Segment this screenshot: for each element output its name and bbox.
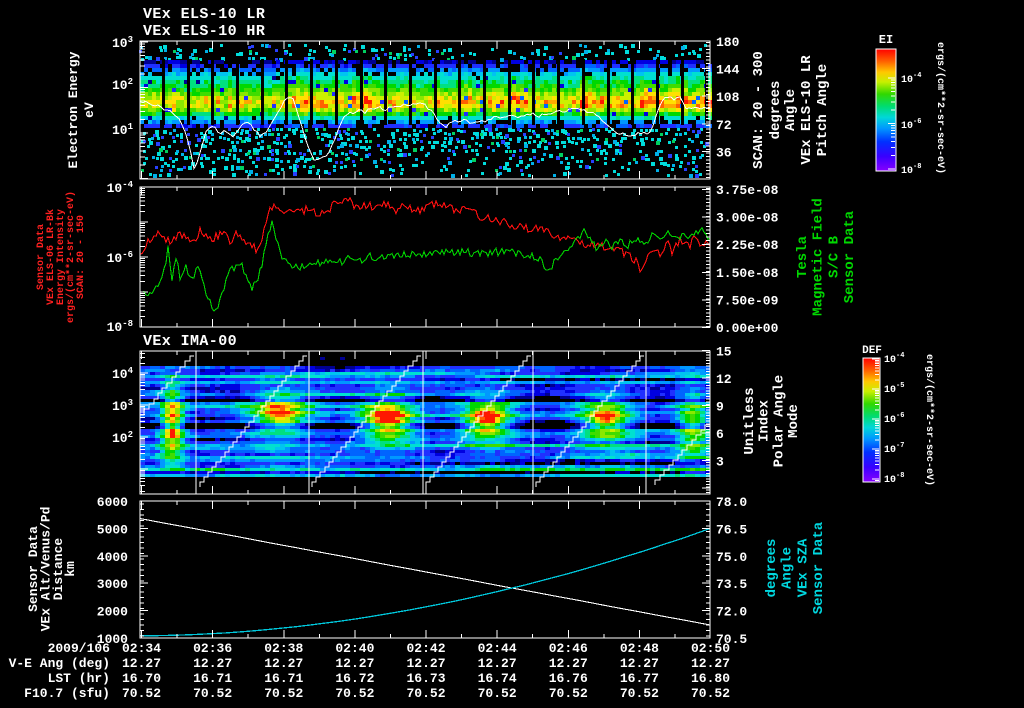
svg-text:Mode: Mode: [786, 404, 802, 438]
svg-text:70.52: 70.52: [335, 686, 374, 701]
svg-text:70.52: 70.52: [122, 686, 161, 701]
svg-text:F10.7 (sfu): F10.7 (sfu): [24, 686, 110, 701]
svg-text:ergs/(cm**2-sr-sec-eV): ergs/(cm**2-sr-sec-eV): [923, 354, 935, 486]
svg-text:12.27: 12.27: [478, 656, 517, 671]
svg-text:02:42: 02:42: [406, 641, 445, 656]
svg-text:2009/106: 2009/106: [48, 641, 111, 656]
svg-text:70.52: 70.52: [549, 686, 588, 701]
svg-text:degrees: degrees: [764, 539, 780, 598]
svg-text:70.52: 70.52: [264, 686, 303, 701]
svg-text:12.27: 12.27: [122, 656, 161, 671]
svg-text:12.27: 12.27: [620, 656, 659, 671]
svg-text:3.00e-08: 3.00e-08: [716, 211, 779, 226]
svg-text:144: 144: [716, 63, 740, 78]
svg-text:12.27: 12.27: [691, 656, 730, 671]
svg-text:70.52: 70.52: [691, 686, 730, 701]
svg-text:16.70: 16.70: [122, 671, 161, 686]
svg-text:VEx ELS-10 HR: VEx ELS-10 HR: [143, 23, 265, 40]
svg-text:2000: 2000: [97, 605, 128, 620]
svg-text:VEx ELS-10 LR: VEx ELS-10 LR: [143, 6, 265, 23]
svg-text:VEx ELS-10 LR: VEx ELS-10 LR: [799, 55, 815, 165]
svg-text:Sensor Data: Sensor Data: [811, 521, 827, 614]
svg-text:6000: 6000: [97, 495, 128, 510]
svg-text:Angle: Angle: [783, 89, 799, 131]
svg-text:9: 9: [716, 400, 724, 415]
svg-text:ergs/(cm**2-sr-sec-eV): ergs/(cm**2-sr-sec-eV): [934, 42, 946, 174]
svg-text:02:48: 02:48: [620, 641, 659, 656]
svg-text:Polar Angle: Polar Angle: [771, 375, 787, 467]
svg-text:eV: eV: [82, 102, 97, 118]
svg-text:S/C B: S/C B: [826, 235, 842, 278]
svg-text:Sensor Data: Sensor Data: [842, 210, 858, 303]
svg-text:4000: 4000: [97, 550, 128, 565]
svg-text:12.27: 12.27: [193, 656, 232, 671]
svg-text:16.72: 16.72: [335, 671, 374, 686]
svg-text:73.5: 73.5: [716, 577, 747, 592]
svg-text:16.71: 16.71: [264, 671, 303, 686]
svg-text:Unitless: Unitless: [742, 387, 758, 454]
svg-text:108: 108: [716, 90, 740, 105]
svg-text:70.52: 70.52: [406, 686, 445, 701]
svg-text:EI: EI: [879, 33, 893, 47]
svg-text:Magnetic Field: Magnetic Field: [811, 198, 827, 316]
svg-text:km: km: [63, 561, 78, 577]
svg-text:3: 3: [716, 455, 724, 470]
svg-text:VEx IMA-00: VEx IMA-00: [143, 333, 237, 350]
svg-text:02:34: 02:34: [122, 641, 161, 656]
svg-text:15: 15: [716, 345, 732, 360]
svg-text:02:46: 02:46: [549, 641, 588, 656]
svg-text:36: 36: [716, 145, 732, 160]
svg-text:6: 6: [716, 427, 724, 442]
svg-text:70.52: 70.52: [193, 686, 232, 701]
svg-text:12: 12: [716, 372, 732, 387]
svg-text:76.5: 76.5: [716, 522, 747, 537]
svg-text:VEx SZA: VEx SZA: [795, 538, 811, 597]
svg-text:70.52: 70.52: [620, 686, 659, 701]
svg-text:16.76: 16.76: [549, 671, 588, 686]
svg-text:70.52: 70.52: [478, 686, 517, 701]
svg-text:72.0: 72.0: [716, 605, 747, 620]
svg-text:16.73: 16.73: [406, 671, 445, 686]
svg-text:12.27: 12.27: [549, 656, 588, 671]
svg-text:Pitch Angle: Pitch Angle: [815, 64, 831, 156]
svg-text:75.0: 75.0: [716, 550, 747, 565]
svg-text:degrees: degrees: [768, 81, 784, 140]
svg-text:7.50e-09: 7.50e-09: [716, 293, 779, 308]
svg-text:DEF: DEF: [862, 345, 882, 357]
svg-text:02:40: 02:40: [335, 641, 374, 656]
svg-text:02:38: 02:38: [264, 641, 303, 656]
svg-text:16.74: 16.74: [478, 671, 517, 686]
svg-text:02:36: 02:36: [193, 641, 232, 656]
svg-text:3.75e-08: 3.75e-08: [716, 183, 779, 198]
svg-text:1.50e-08: 1.50e-08: [716, 266, 779, 281]
svg-text:12.27: 12.27: [335, 656, 374, 671]
svg-text:Tesla: Tesla: [795, 235, 811, 278]
svg-text:02:50: 02:50: [691, 641, 730, 656]
svg-text:72: 72: [716, 118, 732, 133]
svg-text:V-E Ang (deg): V-E Ang (deg): [9, 656, 110, 671]
svg-text:3000: 3000: [97, 577, 128, 592]
svg-text:SCAN: 20 - 300: SCAN: 20 - 300: [751, 51, 767, 169]
svg-text:SCAN: 20 - 150: SCAN: 20 - 150: [76, 215, 87, 299]
svg-text:2.25e-08: 2.25e-08: [716, 238, 779, 253]
svg-text:180: 180: [716, 35, 740, 50]
svg-text:Electron Energy: Electron Energy: [66, 51, 81, 168]
svg-text:78.0: 78.0: [716, 495, 747, 510]
svg-text:LST (hr): LST (hr): [48, 671, 110, 686]
svg-text:16.77: 16.77: [620, 671, 659, 686]
svg-text:12.27: 12.27: [264, 656, 303, 671]
svg-text:Index: Index: [757, 399, 773, 442]
svg-text:Angle: Angle: [780, 547, 796, 589]
svg-text:0.00e+00: 0.00e+00: [716, 321, 779, 336]
svg-text:16.80: 16.80: [691, 671, 730, 686]
svg-text:02:44: 02:44: [478, 641, 517, 656]
svg-text:12.27: 12.27: [406, 656, 445, 671]
svg-text:5000: 5000: [97, 522, 128, 537]
svg-text:16.71: 16.71: [193, 671, 232, 686]
